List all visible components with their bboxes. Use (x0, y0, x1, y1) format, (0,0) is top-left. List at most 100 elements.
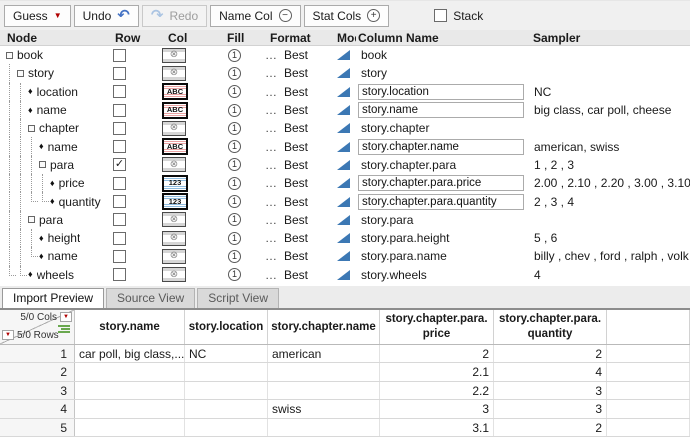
row-checkbox[interactable] (113, 104, 126, 117)
node-label[interactable]: name (48, 249, 78, 263)
format-value[interactable]: Best (284, 121, 308, 135)
columns-menu-button[interactable]: ▼ (60, 312, 72, 322)
fill-icon[interactable]: 1 (228, 85, 241, 98)
node-label[interactable]: quantity (59, 195, 101, 209)
fill-icon[interactable]: 1 (228, 232, 241, 245)
column-name-input[interactable] (358, 175, 524, 191)
node-label[interactable]: price (59, 176, 85, 190)
modeling-type-icon[interactable] (337, 233, 350, 243)
format-ellipsis-button[interactable]: … (265, 231, 277, 245)
row-checkbox[interactable]: ✓ (113, 158, 126, 171)
format-ellipsis-button[interactable]: … (265, 121, 277, 135)
format-ellipsis-button[interactable]: … (265, 48, 277, 62)
row-checkbox[interactable] (113, 122, 126, 135)
row-checkbox[interactable] (113, 177, 126, 190)
fill-icon[interactable]: 1 (228, 49, 241, 62)
row-checkbox[interactable] (113, 213, 126, 226)
excluded-column-icon[interactable]: ⊗ (162, 48, 186, 63)
modeling-type-icon[interactable] (337, 68, 350, 78)
modeling-type-icon[interactable] (337, 123, 350, 133)
format-value[interactable]: Best (284, 48, 308, 62)
row-number[interactable]: 5 (0, 419, 75, 437)
row-number[interactable]: 1 (0, 345, 75, 363)
fill-icon[interactable]: 1 (228, 122, 241, 135)
modeling-type-icon[interactable] (337, 178, 350, 188)
character-column-icon[interactable]: ABC (162, 83, 188, 100)
redo-button[interactable]: ↷ Redo (142, 5, 207, 27)
excluded-column-icon[interactable]: ⊗ (162, 249, 186, 264)
format-value[interactable]: Best (284, 268, 308, 282)
format-value[interactable]: Best (284, 249, 308, 263)
character-column-icon[interactable]: ABC (162, 138, 188, 155)
column-name-input[interactable] (358, 84, 524, 100)
format-value[interactable]: Best (284, 103, 308, 117)
modeling-type-icon[interactable] (337, 215, 350, 225)
node-label[interactable]: book (17, 48, 43, 62)
row-checkbox[interactable] (113, 67, 126, 80)
format-value[interactable]: Best (284, 195, 308, 209)
fill-icon[interactable]: 1 (228, 158, 241, 171)
row-checkbox[interactable] (113, 232, 126, 245)
modeling-type-icon[interactable] (337, 105, 350, 115)
format-value[interactable]: Best (284, 140, 308, 154)
guess-button[interactable]: Guess ▼ (4, 5, 71, 27)
row-checkbox[interactable] (113, 250, 126, 263)
stat-cols-button[interactable]: Stat Cols + (304, 5, 390, 27)
fill-icon[interactable]: 1 (228, 140, 241, 153)
format-value[interactable]: Best (284, 66, 308, 80)
node-label[interactable]: chapter (39, 121, 79, 135)
format-ellipsis-button[interactable]: … (265, 158, 277, 172)
excluded-column-icon[interactable]: ⊗ (162, 231, 186, 246)
excluded-column-icon[interactable]: ⊗ (162, 212, 186, 227)
name-col-button[interactable]: Name Col − (210, 5, 300, 27)
column-name-input[interactable] (358, 194, 524, 210)
format-ellipsis-button[interactable]: … (265, 140, 277, 154)
excluded-column-icon[interactable]: ⊗ (162, 267, 186, 282)
format-value[interactable]: Best (284, 213, 308, 227)
node-label[interactable]: wheels (37, 268, 74, 282)
numeric-column-icon[interactable]: 123 (162, 175, 188, 192)
fill-icon[interactable]: 1 (228, 67, 241, 80)
excluded-column-icon[interactable]: ⊗ (162, 121, 186, 136)
format-ellipsis-button[interactable]: … (265, 268, 277, 282)
modeling-type-icon[interactable] (337, 160, 350, 170)
format-ellipsis-button[interactable]: … (265, 195, 277, 209)
fill-icon[interactable]: 1 (228, 250, 241, 263)
modeling-type-icon[interactable] (337, 87, 350, 97)
row-checkbox[interactable] (113, 49, 126, 62)
fill-icon[interactable]: 1 (228, 213, 241, 226)
rows-menu-button[interactable]: ▼ (2, 330, 14, 340)
undo-button[interactable]: Undo ↶ (74, 5, 139, 27)
format-value[interactable]: Best (284, 85, 308, 99)
node-label[interactable]: para (50, 158, 74, 172)
modeling-type-icon[interactable] (337, 197, 350, 207)
node-label[interactable]: location (37, 85, 78, 99)
row-checkbox[interactable] (113, 195, 126, 208)
node-label[interactable]: story (28, 66, 54, 80)
excluded-column-icon[interactable]: ⊗ (162, 157, 186, 172)
node-label[interactable]: height (48, 231, 81, 245)
row-checkbox[interactable] (113, 140, 126, 153)
node-label[interactable]: name (37, 103, 67, 117)
row-checkbox[interactable] (113, 85, 126, 98)
column-name-input[interactable] (358, 139, 524, 155)
column-name-input[interactable] (358, 102, 524, 118)
fill-icon[interactable]: 1 (228, 195, 241, 208)
character-column-icon[interactable]: ABC (162, 102, 188, 119)
modeling-type-icon[interactable] (337, 270, 350, 280)
format-ellipsis-button[interactable]: … (265, 249, 277, 263)
stack-checkbox[interactable] (434, 9, 447, 22)
node-label[interactable]: name (48, 140, 78, 154)
modeling-type-icon[interactable] (337, 142, 350, 152)
format-ellipsis-button[interactable]: … (265, 66, 277, 80)
row-number[interactable]: 2 (0, 363, 75, 381)
node-label[interactable]: para (39, 213, 63, 227)
format-value[interactable]: Best (284, 176, 308, 190)
fill-icon[interactable]: 1 (228, 104, 241, 117)
tab-import-preview[interactable]: Import Preview (2, 288, 104, 308)
modeling-type-icon[interactable] (337, 251, 350, 261)
row-number[interactable]: 4 (0, 400, 75, 418)
format-value[interactable]: Best (284, 231, 308, 245)
format-value[interactable]: Best (284, 158, 308, 172)
row-checkbox[interactable] (113, 268, 126, 281)
